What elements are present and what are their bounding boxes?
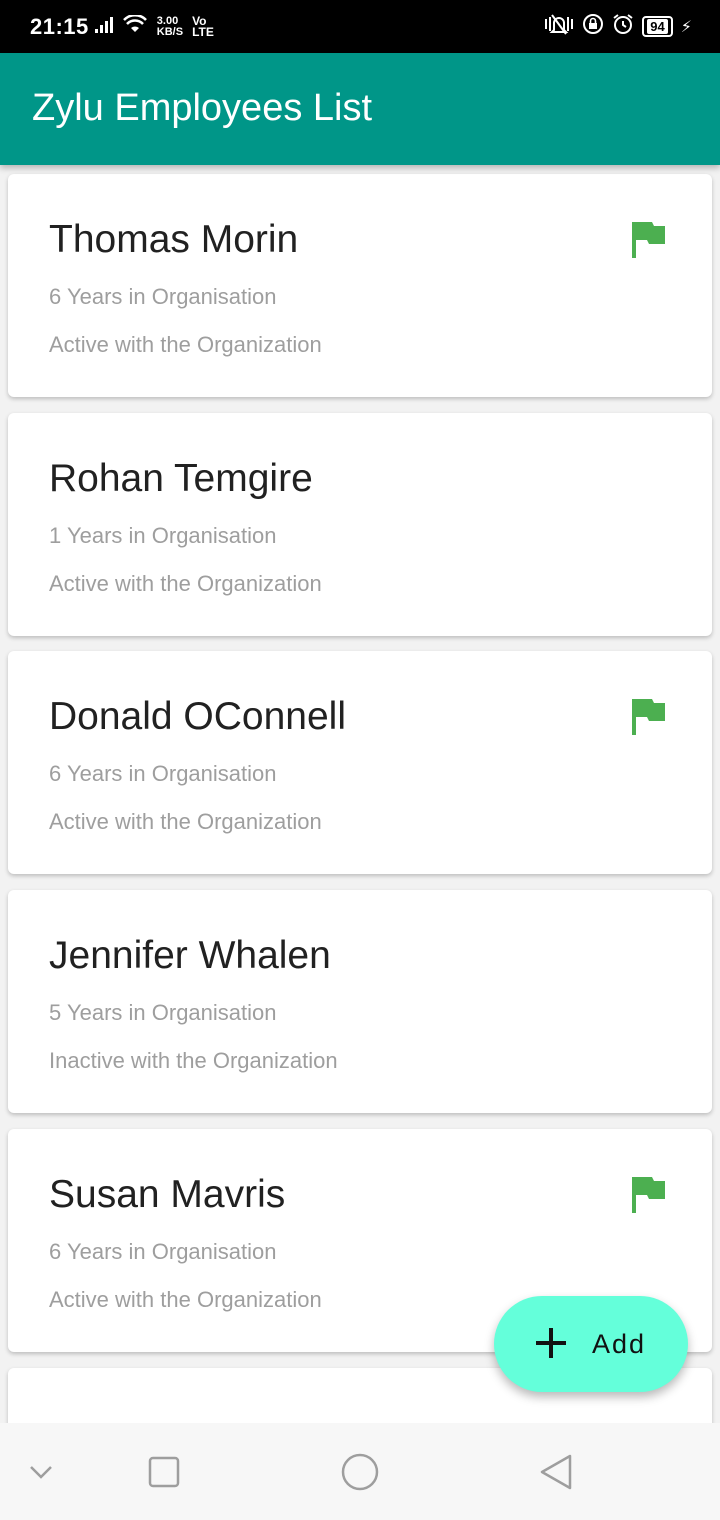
alarm-icon [612, 13, 634, 40]
home-icon[interactable] [338, 1423, 382, 1520]
speed-unit: KB/S [156, 25, 184, 38]
employee-name: Thomas Morin [49, 218, 299, 261]
employee-card[interactable]: Rohan Temgire 1 Years in Organisation Ac… [8, 413, 712, 636]
employee-status: Active with the Organization [49, 809, 322, 834]
vibrate-icon [544, 13, 574, 40]
battery-level: 94 [647, 19, 668, 34]
employee-years: 5 Years in Organisation [49, 1000, 277, 1025]
app-bar: Zylu Employees List [0, 53, 720, 165]
status-bar: 21:15 3.00 KB/S Vo LTE 94 ⚡ [0, 0, 720, 53]
employee-card[interactable]: Thomas Morin 6 Years in Organisation Act… [8, 174, 712, 397]
plus-icon [535, 1322, 566, 1366]
employee-card[interactable]: Donald OConnell 6 Years in Organisation … [8, 651, 712, 874]
signal-icon [94, 15, 117, 38]
network-speed: 3.00 KB/S [156, 14, 184, 38]
employee-status: Active with the Organization [49, 571, 322, 596]
employee-name: Susan Mavris [49, 1173, 286, 1216]
flag-icon [632, 222, 665, 258]
employee-years: 1 Years in Organisation [49, 523, 277, 548]
speed-value: 3.00 [156, 14, 179, 27]
employee-name: Jennifer Whalen [49, 934, 331, 977]
flag-icon [632, 699, 665, 735]
employee-years: 6 Years in Organisation [49, 1239, 277, 1264]
battery-icon: 94 [642, 16, 673, 37]
employee-status: Inactive with the Organization [49, 1048, 338, 1073]
system-nav-bar [0, 1423, 720, 1520]
charging-icon: ⚡ [680, 18, 692, 36]
volte-bottom: LTE [192, 24, 214, 39]
volte-indicator: Vo LTE [192, 15, 214, 39]
chevron-down-icon[interactable] [24, 1423, 58, 1520]
add-button[interactable]: Add [494, 1296, 688, 1392]
employee-years: 6 Years in Organisation [49, 284, 277, 309]
screen-lock-icon [582, 13, 604, 40]
page-title: Zylu Employees List [32, 87, 373, 129]
employee-status: Active with the Organization [49, 1287, 322, 1312]
add-button-label: Add [591, 1328, 647, 1359]
employee-card[interactable]: Jennifer Whalen 5 Years in Organisation … [8, 890, 712, 1113]
employee-status: Active with the Organization [49, 332, 322, 357]
employee-list[interactable]: Thomas Morin 6 Years in Organisation Act… [0, 165, 720, 1423]
employee-name: Rohan Temgire [49, 457, 313, 500]
wifi-icon [122, 13, 147, 38]
back-icon[interactable] [536, 1423, 576, 1520]
employee-years: 6 Years in Organisation [49, 761, 277, 786]
employee-name: Donald OConnell [49, 695, 347, 738]
status-time: 21:15 [30, 13, 89, 39]
recents-icon[interactable] [146, 1423, 182, 1520]
flag-icon [632, 1177, 665, 1213]
